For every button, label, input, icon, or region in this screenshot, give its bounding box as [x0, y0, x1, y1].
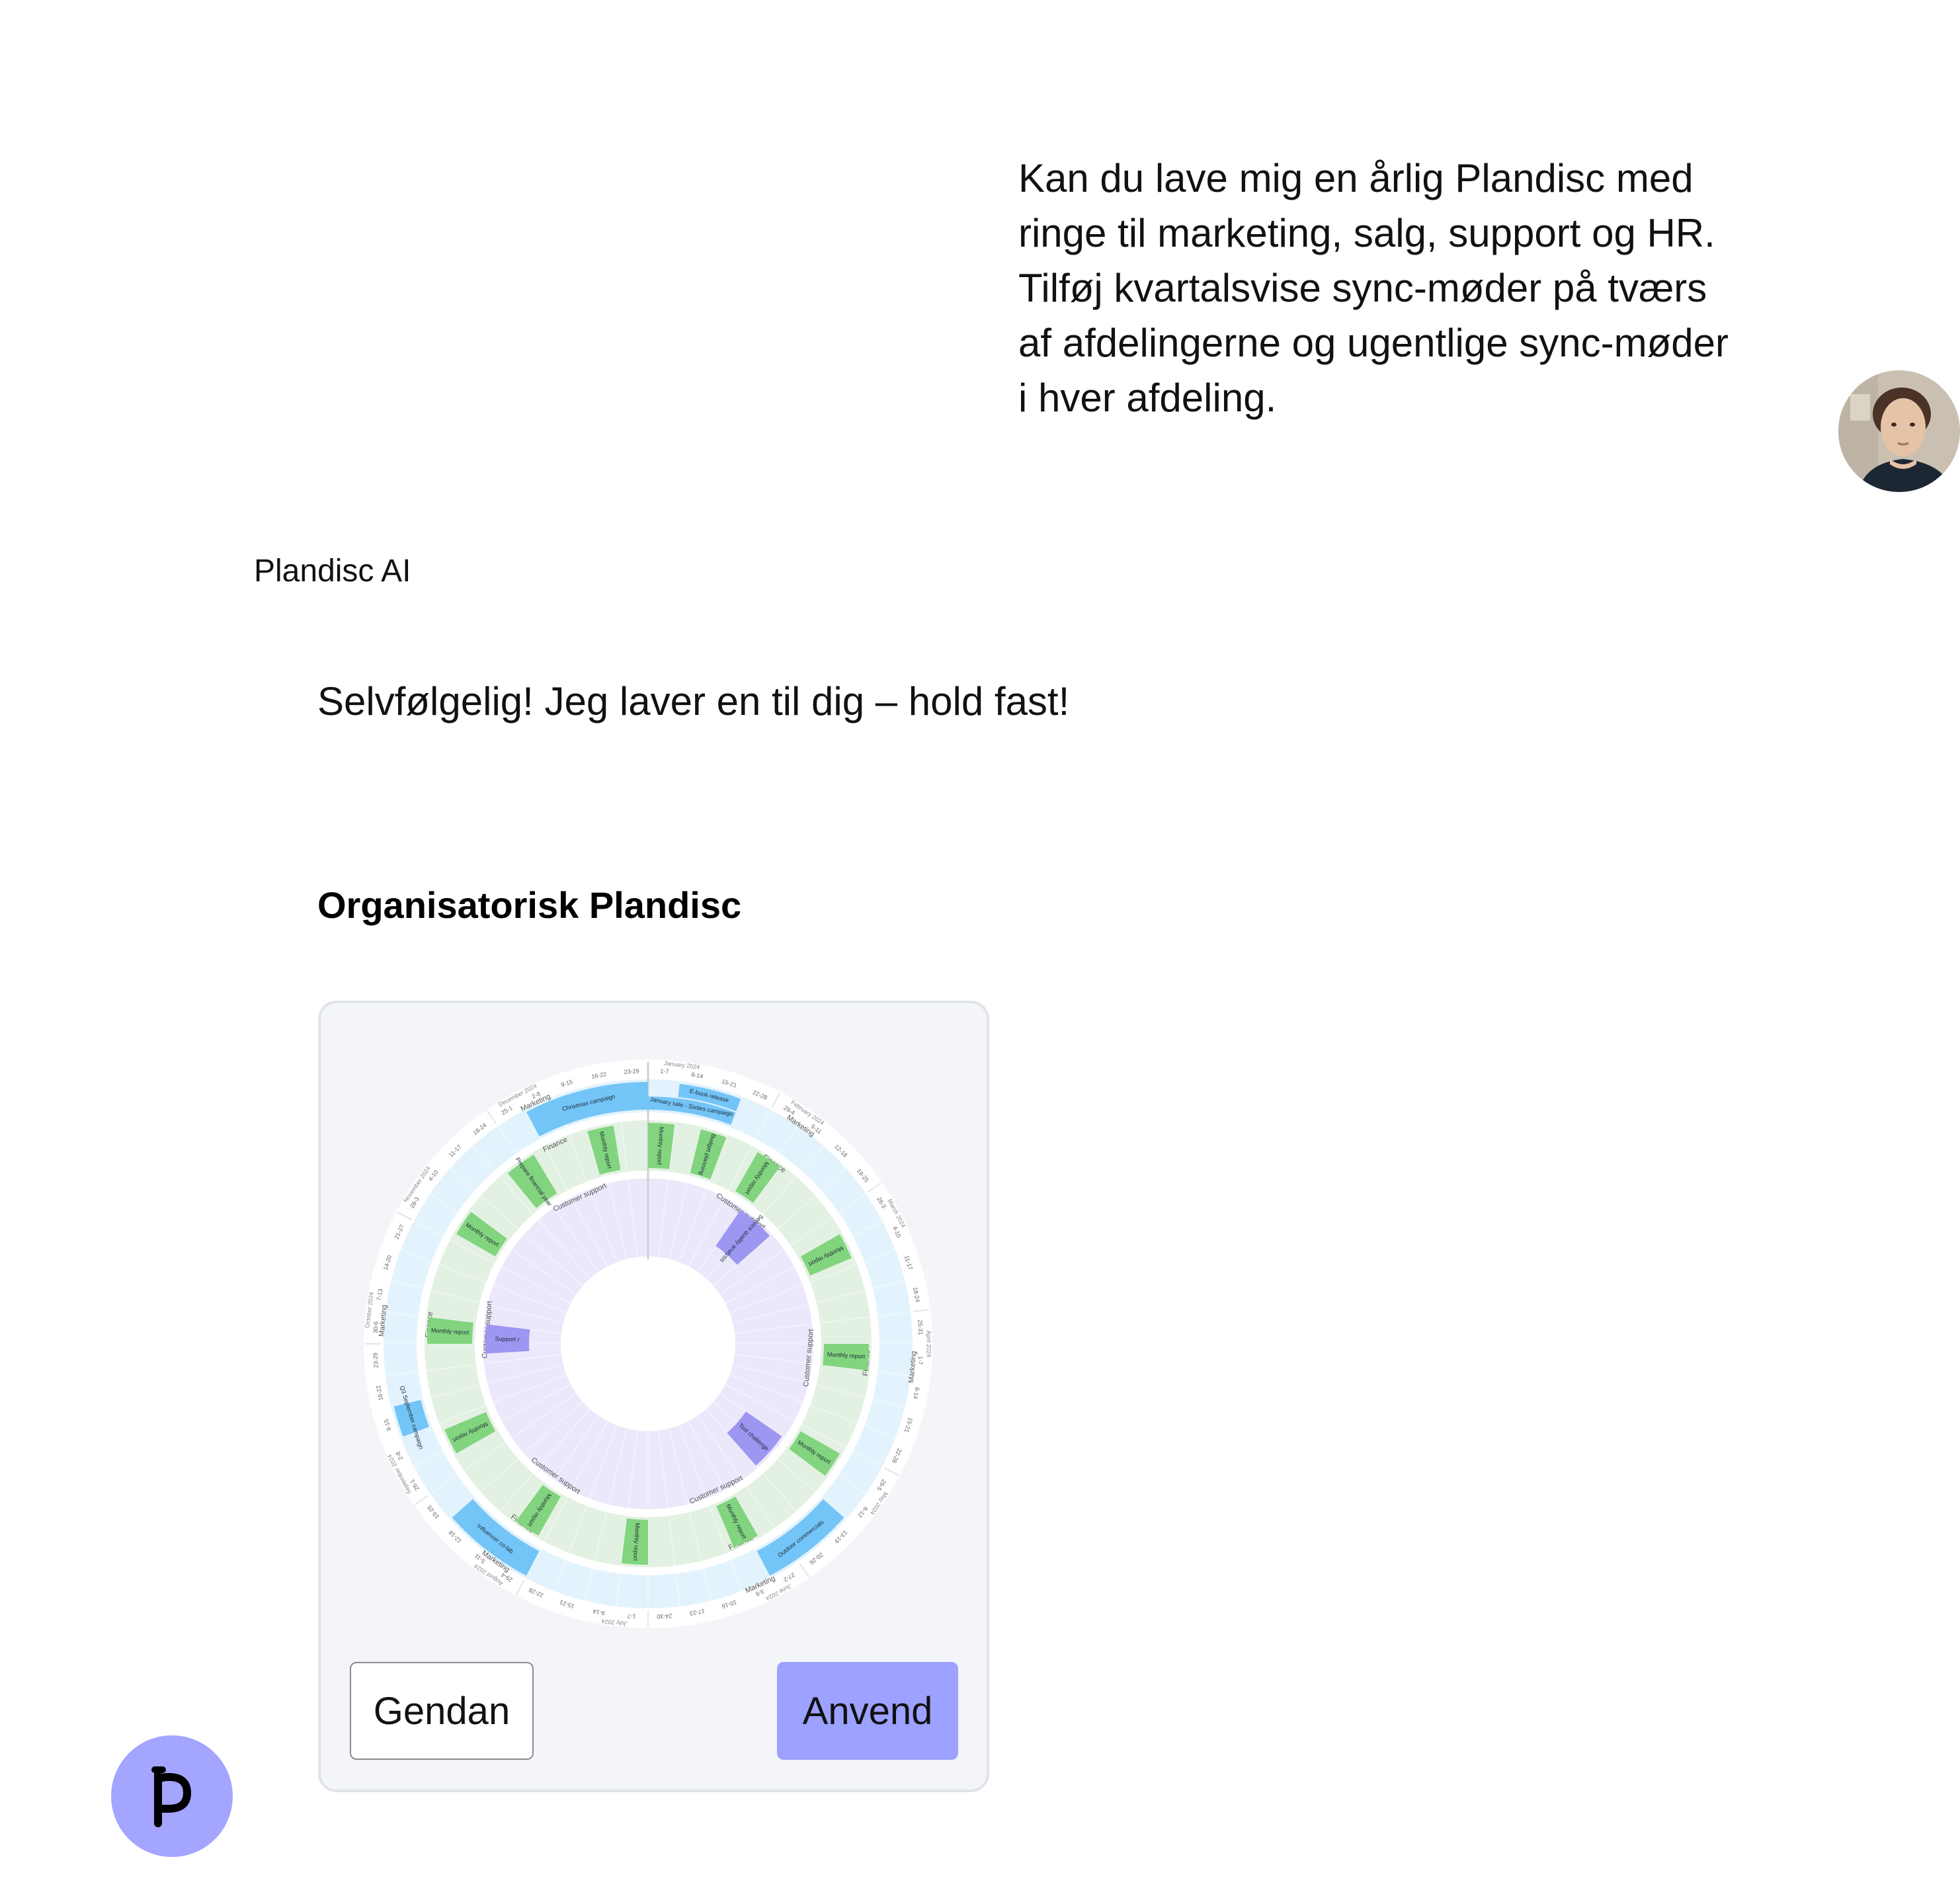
user-message: Kan du lave mig en årlig Plandisc med ri…: [1018, 151, 1772, 425]
week-label: 1-7: [627, 1612, 636, 1620]
user-message-line: i hver afdeling.: [1018, 376, 1277, 420]
plandisc-preview-card: 1-7 8-14 15-21 22-28 January 2024 29-4 5-11 12-…: [318, 1001, 989, 1792]
user-avatar-photo: [1838, 370, 1960, 492]
assistant-name: Plandisc AI: [254, 554, 411, 589]
disc-hub: [563, 1259, 733, 1428]
plandisc-logo-icon: [151, 1766, 192, 1827]
month-label: April 2024: [926, 1331, 932, 1358]
week-label: 1-7: [917, 1356, 924, 1365]
card-title: Organisatorisk Plandisc: [317, 884, 742, 926]
user-message-line: Kan du lave mig en årlig Plandisc med: [1018, 156, 1694, 200]
week-label: 24-30: [657, 1612, 673, 1620]
assistant-reply: Selvfølgelig! Jeg laver en til dig – hol…: [317, 679, 1070, 723]
activity-label: Support r: [495, 1335, 519, 1342]
plandisc-disc[interactable]: 1-7 8-1415-2122-28January 202429-45-1112-…: [360, 1056, 936, 1632]
user-message-line: ringe til marketing, salg, support og HR…: [1018, 211, 1715, 255]
week-label: 23-29: [372, 1352, 379, 1368]
user-message-line: Tilføj kvartalsvise sync-møder på tværs: [1018, 266, 1707, 310]
user-avatar: [1838, 370, 1960, 492]
reset-button[interactable]: Gendan: [350, 1662, 534, 1760]
week-label: 1-7: [660, 1068, 669, 1075]
plandisc-logo[interactable]: [111, 1735, 233, 1857]
user-message-line: af afdelingerne og ugentlige sync-møder: [1018, 321, 1729, 365]
apply-button[interactable]: Anvend: [777, 1662, 958, 1760]
week-label: 23-29: [624, 1067, 639, 1075]
week-label: 25-31: [917, 1319, 924, 1335]
